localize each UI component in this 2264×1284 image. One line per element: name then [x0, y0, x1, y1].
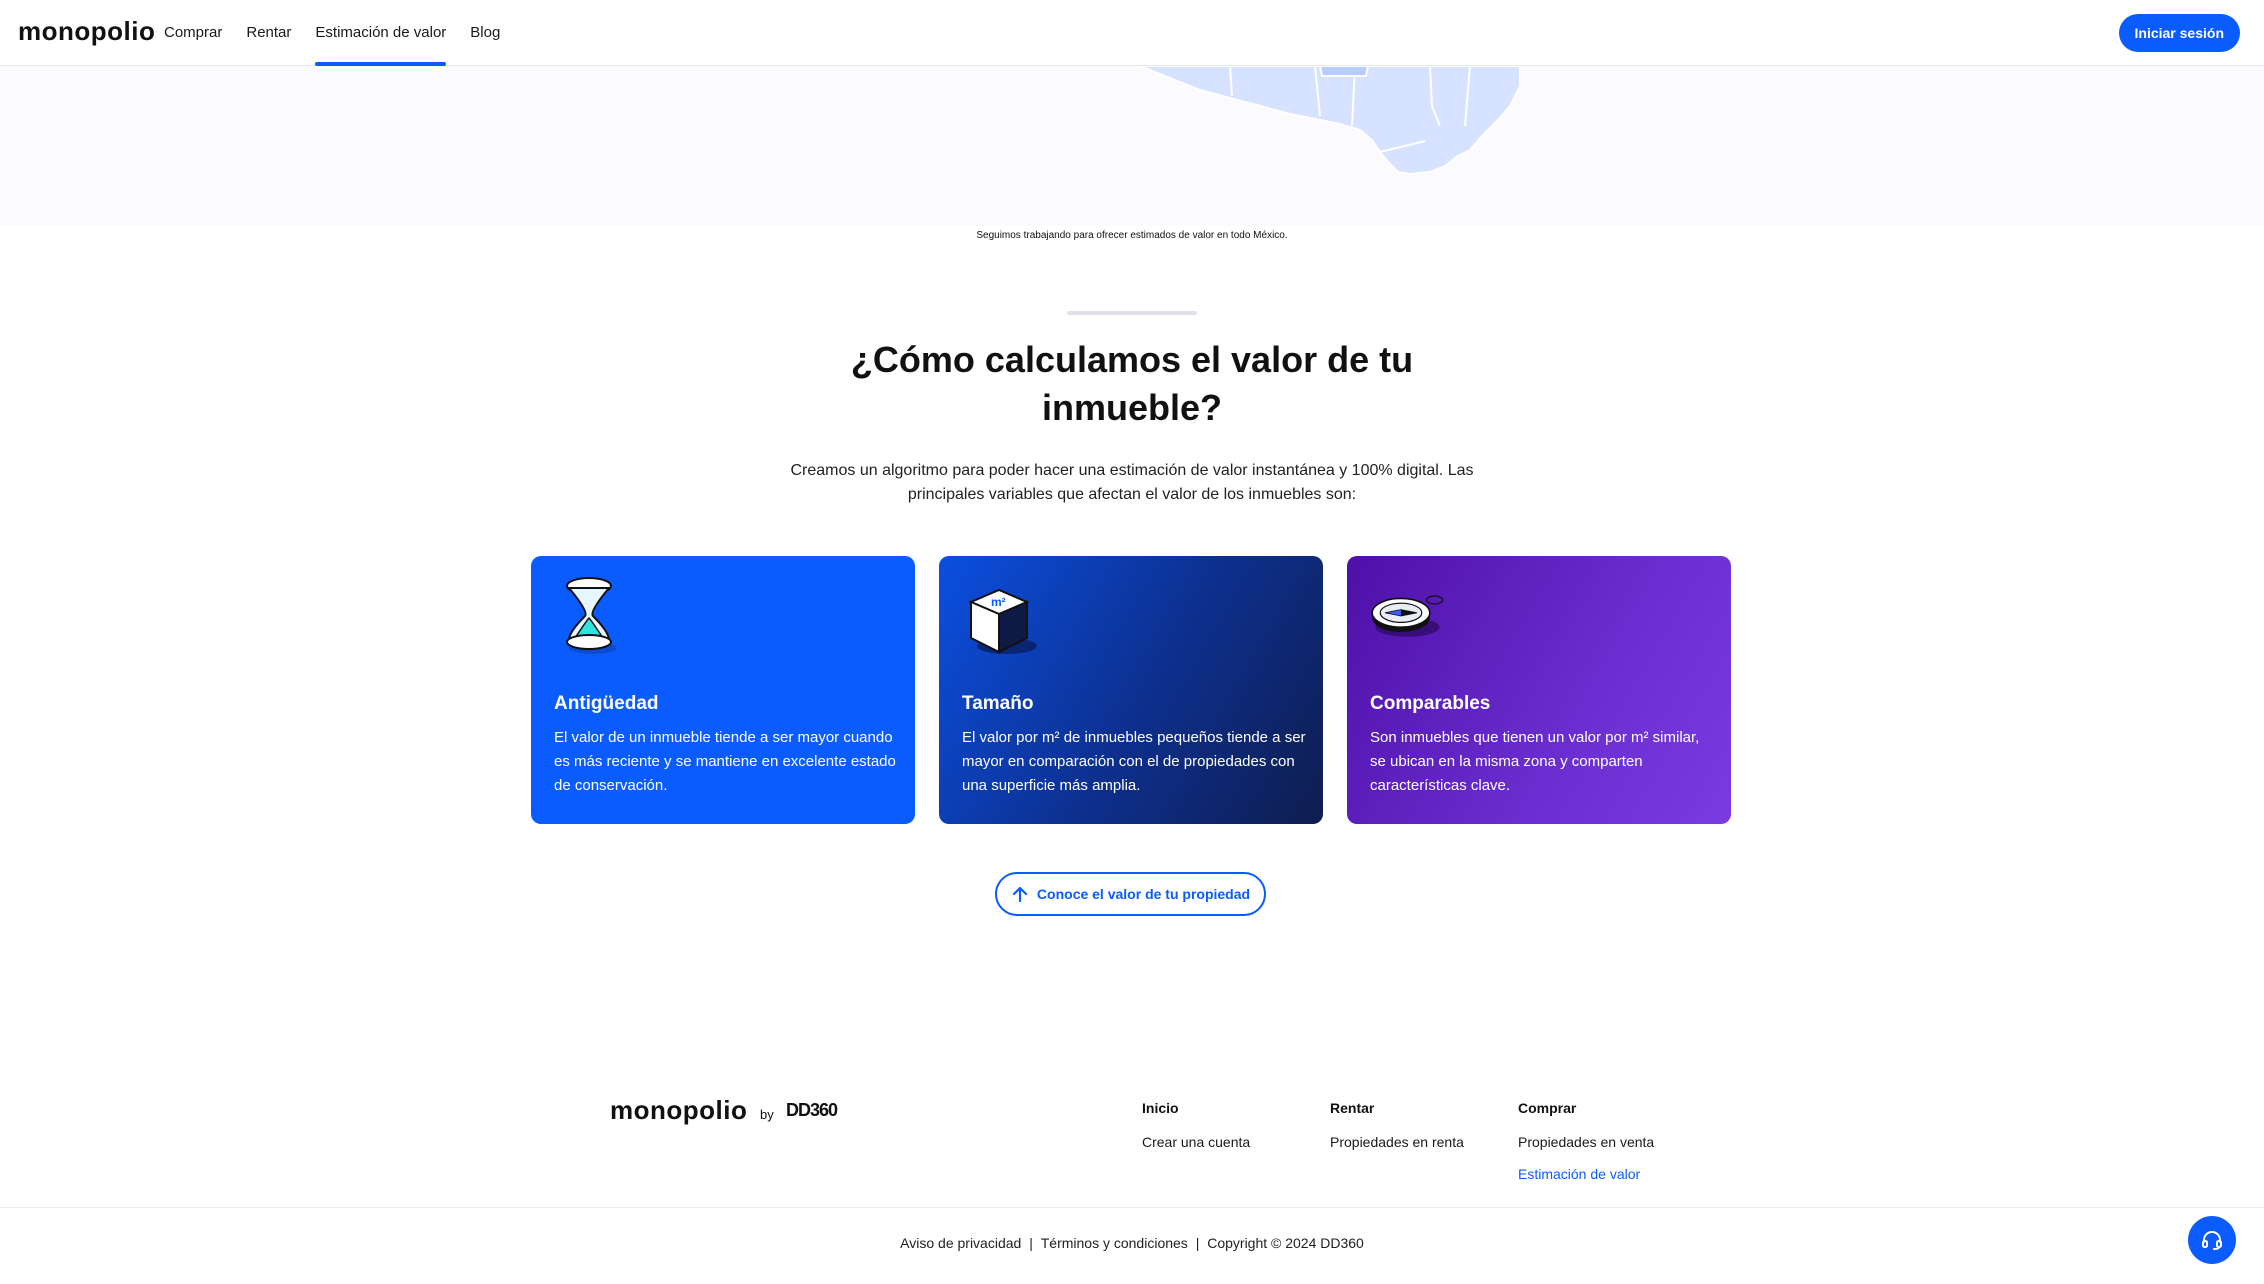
card-text: El valor de un inmueble tiende a ser may…	[554, 729, 896, 794]
compass-icon	[1371, 595, 1444, 637]
footer-by-text: by	[760, 1107, 774, 1122]
section-title: ¿Cómo calculamos el valor de tu inmueble…	[850, 339, 1414, 428]
card-title: Antigüedad	[554, 693, 659, 714]
coverage-map-area	[0, 66, 2264, 226]
footer-link-propiedades-venta[interactable]: Propiedades en venta	[1518, 1134, 1654, 1150]
arrow-up-icon	[1012, 886, 1028, 903]
card-comparables: Comparables Son inmuebles que tienen un …	[1347, 556, 1731, 824]
coverage-note: Seguimos trabajando para ofrecer estimad…	[976, 230, 1288, 241]
footer-link-crear-cuenta[interactable]: Crear una cuenta	[1142, 1134, 1250, 1150]
card-tamano: m² Tamaño El valor por m² de inmuebles p…	[939, 556, 1323, 824]
footer-monopolio-logo[interactable]: monopolio	[610, 1095, 747, 1126]
main-nav: Comprar Rentar Estimación de valor Blog	[164, 0, 524, 66]
variables-cards: Antigüedad El valor de un inmueble tiend…	[531, 556, 1731, 824]
section-subtitle: Creamos un algoritmo para poder hacer un…	[790, 462, 1474, 503]
headset-icon	[2202, 1231, 2222, 1250]
mexico-map-illustration	[1140, 66, 1520, 176]
terms-link[interactable]: Términos y condiciones	[1041, 1235, 1188, 1251]
footer-column-rentar: Rentar Propiedades en renta	[1330, 1100, 1464, 1166]
cube-m2-icon: m²	[968, 588, 1037, 654]
legal-bar: Aviso de privacidad | Términos y condici…	[0, 1235, 2264, 1251]
footer-column-comprar: Comprar Propiedades en venta Estimación …	[1518, 1100, 1654, 1198]
card-text: El valor por m² de inmuebles pequeños ti…	[962, 729, 1306, 794]
copyright-text: Copyright © 2024 DD360	[1207, 1235, 1364, 1251]
nav-comprar[interactable]: Comprar	[164, 0, 222, 66]
footer-link-estimacion-valor[interactable]: Estimación de valor	[1518, 1166, 1654, 1182]
know-value-button[interactable]: Conoce el valor de tu propiedad	[995, 872, 1266, 916]
legal-separator: |	[1029, 1235, 1033, 1251]
monopolio-logo[interactable]: monopolio	[18, 16, 155, 47]
dd360-logo: DD360	[786, 1100, 838, 1120]
footer-link-propiedades-renta[interactable]: Propiedades en renta	[1330, 1134, 1464, 1150]
footer-column-inicio: Inicio Crear una cuenta	[1142, 1100, 1250, 1166]
legal-separator: |	[1195, 1235, 1200, 1251]
card-title: Comparables	[1370, 693, 1491, 714]
hourglass-icon	[566, 577, 617, 654]
card-text: Son inmuebles que tienen un valor por m²…	[1370, 729, 1700, 794]
footer-divider	[0, 1207, 2264, 1208]
login-button[interactable]: Iniciar sesión	[2118, 14, 2240, 52]
support-chat-button[interactable]	[2188, 1216, 2236, 1264]
nav-rentar[interactable]: Rentar	[246, 0, 291, 66]
card-title: Tamaño	[962, 693, 1034, 714]
nav-blog[interactable]: Blog	[470, 0, 500, 66]
nav-estimacion-de-valor[interactable]: Estimación de valor	[315, 0, 446, 66]
footer-heading-comprar[interactable]: Comprar	[1518, 1100, 1654, 1116]
top-navbar: monopolio Comprar Rentar Estimación de v…	[0, 0, 2264, 66]
section-divider	[1067, 311, 1197, 315]
footer-heading-rentar[interactable]: Rentar	[1330, 1100, 1464, 1116]
card-antiguedad: Antigüedad El valor de un inmueble tiend…	[531, 556, 915, 824]
svg-text:m²: m²	[991, 595, 1006, 609]
footer-heading-inicio[interactable]: Inicio	[1142, 1100, 1250, 1116]
privacy-link[interactable]: Aviso de privacidad	[900, 1235, 1021, 1251]
cta-label: Conoce el valor de tu propiedad	[1036, 886, 1251, 902]
